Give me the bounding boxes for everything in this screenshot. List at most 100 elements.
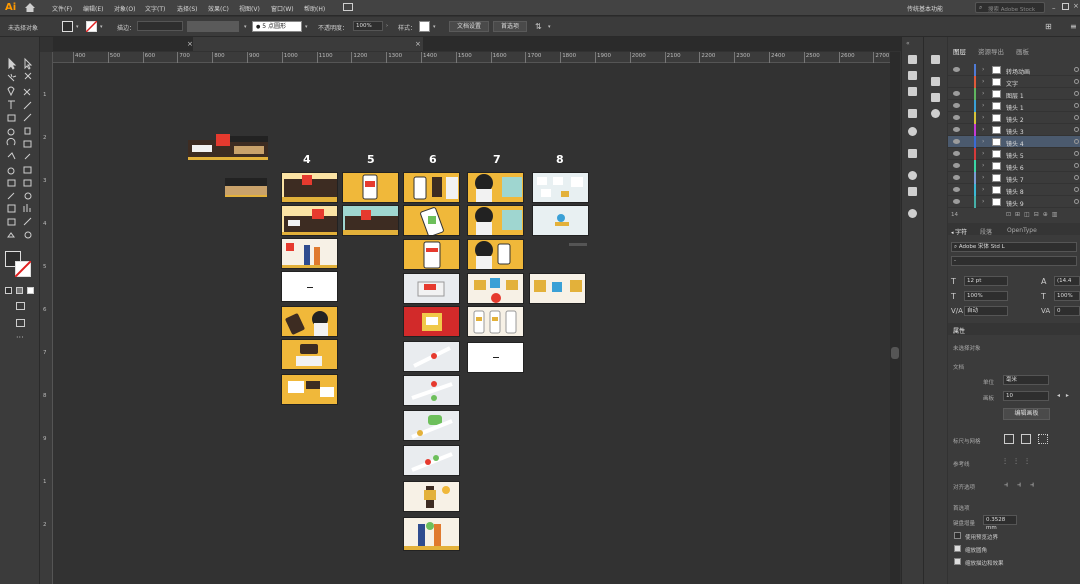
align-panel-icon[interactable] bbox=[908, 55, 917, 64]
units-select[interactable]: 毫米 bbox=[1003, 375, 1049, 385]
storyboard-frame[interactable] bbox=[529, 273, 586, 304]
font-family-select[interactable]: ⌕ Adobe 宋体 Std L bbox=[951, 242, 1077, 252]
stroke-weight-input[interactable] bbox=[137, 21, 183, 31]
stroke-panel-icon[interactable] bbox=[908, 109, 917, 118]
brush-definition[interactable]: ● 5 点圆形 bbox=[252, 21, 302, 32]
menu-window[interactable]: 窗口(W) bbox=[271, 4, 294, 13]
layer-row[interactable]: › 镜头 4 bbox=[948, 136, 1080, 148]
target-circle-icon[interactable] bbox=[1074, 79, 1079, 84]
target-circle-icon[interactable] bbox=[1074, 67, 1079, 72]
artboard-select[interactable]: 10 bbox=[1003, 391, 1049, 401]
panel-menu-icon[interactable]: ≡ bbox=[1070, 22, 1077, 31]
chevron-down-icon[interactable]: ▾ bbox=[76, 24, 79, 30]
visibility-eye-icon[interactable] bbox=[953, 67, 960, 72]
storyboard-frame[interactable] bbox=[532, 172, 589, 203]
menu-file[interactable]: 文件(F) bbox=[52, 4, 72, 13]
transparency-grid-icon[interactable] bbox=[1038, 434, 1048, 444]
links-panel-icon[interactable] bbox=[908, 209, 917, 218]
arrange-docs-icon[interactable] bbox=[343, 3, 353, 11]
target-circle-icon[interactable] bbox=[1074, 163, 1079, 168]
tab-artboards[interactable]: 画板 bbox=[1016, 46, 1029, 56]
storyboard-frame[interactable] bbox=[403, 410, 460, 441]
document-setup-button[interactable]: 文档设置 bbox=[449, 21, 489, 32]
storyboard-frame[interactable] bbox=[467, 273, 524, 304]
expand-arrow-icon[interactable]: › bbox=[982, 66, 984, 73]
visibility-eye-icon[interactable] bbox=[953, 139, 960, 144]
workspace-switcher[interactable]: 传统基本功能 bbox=[907, 4, 943, 13]
chevron-down-icon[interactable]: ▾ bbox=[244, 24, 247, 30]
tab-asset-export[interactable]: 资源导出 bbox=[978, 46, 1004, 56]
storefront-small-artwork[interactable] bbox=[225, 176, 267, 199]
storyboard-frame[interactable] bbox=[281, 271, 338, 302]
layer-row[interactable]: › 文字 bbox=[948, 76, 1080, 88]
storyboard-frame[interactable] bbox=[403, 375, 460, 406]
visibility-eye-icon[interactable] bbox=[953, 103, 960, 108]
visibility-eye-icon[interactable] bbox=[953, 151, 960, 156]
ruler-toggle-icon[interactable] bbox=[1004, 434, 1014, 444]
gradient-panel-icon[interactable] bbox=[908, 149, 917, 158]
storyboard-frame[interactable] bbox=[281, 172, 338, 203]
storyboard-frame[interactable] bbox=[467, 205, 524, 236]
layer-actions-icons[interactable]: ⊡⊞◫⊟⊕▥ bbox=[1006, 211, 1061, 218]
storyboard-frame[interactable] bbox=[403, 445, 460, 476]
visibility-eye-icon[interactable] bbox=[953, 115, 960, 120]
expand-arrow-icon[interactable]: › bbox=[982, 114, 984, 121]
tab-character[interactable]: ◂ 字符 bbox=[951, 227, 967, 236]
menu-edit[interactable]: 编辑(E) bbox=[83, 4, 103, 13]
storyboard-frame[interactable] bbox=[467, 306, 524, 337]
visibility-eye-icon[interactable] bbox=[953, 175, 960, 180]
storyboard-frame[interactable] bbox=[281, 205, 338, 236]
artboards-panel-icon[interactable] bbox=[908, 187, 917, 196]
storefront-artwork[interactable] bbox=[188, 132, 270, 162]
storyboard-frame[interactable] bbox=[281, 306, 338, 337]
scale-strokes-checkbox[interactable] bbox=[954, 558, 961, 565]
color-mode-icon[interactable] bbox=[5, 287, 12, 294]
collapse-icon[interactable]: « bbox=[906, 40, 910, 47]
visibility-eye-icon[interactable] bbox=[953, 187, 960, 192]
close-tab-icon[interactable]: × bbox=[187, 40, 193, 48]
storyboard-frame[interactable] bbox=[403, 205, 460, 236]
more-tools-icon[interactable]: ··· bbox=[16, 333, 24, 342]
storyboard-frame[interactable] bbox=[467, 239, 524, 270]
expand-arrow-icon[interactable]: › bbox=[982, 150, 984, 157]
pathfinder-panel-icon[interactable] bbox=[908, 87, 917, 96]
stock-search-box[interactable]: ⌕ 搜索 Adobe Stock bbox=[975, 2, 1045, 13]
guide-tools-icons[interactable]: ⫶⫶⫶ bbox=[1004, 457, 1037, 467]
preview-bounds-checkbox[interactable] bbox=[954, 532, 961, 539]
tracking-input[interactable]: 0 bbox=[1054, 306, 1080, 316]
screen-mode-icon[interactable] bbox=[16, 319, 25, 327]
menu-type[interactable]: 文字(T) bbox=[145, 4, 165, 13]
chevron-down-icon[interactable]: ▾ bbox=[548, 24, 551, 30]
visibility-eye-icon[interactable] bbox=[953, 163, 960, 168]
menu-object[interactable]: 对象(O) bbox=[114, 4, 135, 13]
layers-panel-icon[interactable] bbox=[931, 93, 940, 102]
transform-panel-icon[interactable] bbox=[908, 71, 917, 80]
tab-opentype[interactable]: OpenType bbox=[1007, 227, 1037, 234]
horizontal-ruler[interactable]: 400 500 600 700 800 900 1000 1100 1200 1300 1400 15… bbox=[53, 52, 890, 63]
appearance-panel-icon[interactable] bbox=[908, 171, 917, 180]
visibility-eye-icon[interactable] bbox=[953, 127, 960, 132]
menu-select[interactable]: 选择(S) bbox=[177, 4, 198, 13]
maximize-icon[interactable] bbox=[1062, 3, 1069, 10]
layer-row[interactable]: › 转场动画 bbox=[948, 64, 1080, 76]
layer-row[interactable]: › 镜头 3 bbox=[948, 124, 1080, 136]
layer-row[interactable]: › 图层 1 bbox=[948, 88, 1080, 100]
edit-artboards-button[interactable]: 编辑画板 bbox=[1003, 408, 1050, 420]
arrange-icon[interactable]: ⇅ bbox=[535, 22, 542, 31]
artboard-nav-icons[interactable]: ◂ ▸ bbox=[1057, 392, 1071, 399]
chevron-down-icon[interactable]: ▾ bbox=[100, 24, 103, 30]
layer-row[interactable]: › 镜头 5 bbox=[948, 148, 1080, 160]
storyboard-frame[interactable] bbox=[403, 306, 460, 337]
horizontal-scale-input[interactable]: 100% bbox=[1054, 291, 1080, 301]
tab-paragraph[interactable]: 段落 bbox=[980, 227, 992, 236]
graphic-style-swatch[interactable] bbox=[419, 21, 430, 32]
close-tab-icon[interactable]: × bbox=[415, 40, 421, 48]
storyboard-frame[interactable] bbox=[532, 205, 589, 236]
vertical-scale-input[interactable]: 100% bbox=[964, 291, 1008, 301]
storyboard-frame[interactable] bbox=[342, 172, 399, 203]
target-circle-icon[interactable] bbox=[1074, 187, 1079, 192]
storyboard-frame[interactable] bbox=[281, 238, 338, 269]
scrollbar-thumb[interactable] bbox=[891, 347, 899, 359]
gradient-mode-icon[interactable] bbox=[16, 287, 23, 294]
leading-input[interactable]: (14.4 bbox=[1054, 276, 1080, 286]
